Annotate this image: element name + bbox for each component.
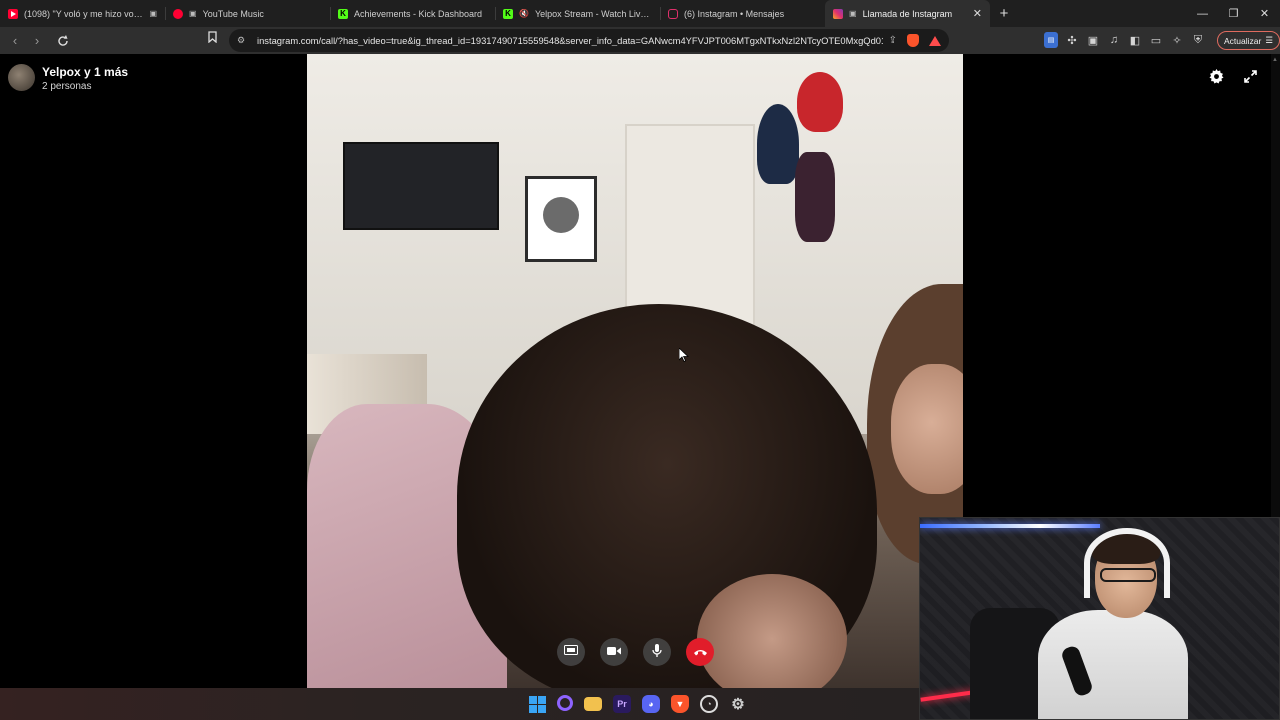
kick-icon: K [503,8,513,19]
sidebar-icon[interactable]: ◧ [1128,32,1142,48]
tab-title: Yelpox Stream - Watch Live on Ki [534,8,652,19]
call-title: Yelpox y 1 más [42,65,129,79]
video-picture-frame [525,176,597,262]
puzzle-icon[interactable]: ✣ [1065,32,1079,48]
obs-icon[interactable]: ◔ [700,695,718,713]
tab-title: YouTube Music [202,8,264,19]
video-camera-icon [607,645,621,659]
file-explorer-icon[interactable] [584,697,602,711]
reload-icon[interactable] [52,31,74,51]
settings-gear-icon[interactable]: ⚙ [729,695,747,713]
end-call-button[interactable] [686,638,714,666]
share-screen-button[interactable] [557,638,585,666]
browser-toolbar: ‹ › ⚙ instagram.com/call/?has_video=true… [0,27,1280,54]
music-note-icon[interactable]: ♫ [1107,32,1121,48]
premiere-pro-icon[interactable]: Pr [613,695,631,713]
close-tab-icon[interactable]: ✕ [973,7,982,20]
tab-instagram-messages[interactable]: (6) Instagram • Mensajes [660,0,825,27]
url-text[interactable]: instagram.com/call/?has_video=true&ig_th… [257,35,883,46]
media-icon: ▣ [849,9,857,18]
new-tab-button[interactable]: + [990,0,1018,27]
extensions-area: ▤ ✣ ▣ ♫ ◧ ▭ ✧ ⛨ [1044,32,1205,48]
hang-up-icon [693,645,708,659]
windows-taskbar: Pr ◕ ▼ ◔ ⚙ [0,688,919,720]
led-lights [920,524,1100,528]
tab-title: (1098) "Y voló y me hizo volar": El Bo [24,8,144,19]
instagram-icon [833,8,843,19]
audio-icon: ▣ [149,9,157,18]
brave-shields-icon[interactable] [907,34,919,47]
tab-youtube-music[interactable]: ▣ YouTube Music [165,0,330,27]
muted-icon: 🔇 [519,9,529,18]
cortana-icon[interactable] [557,695,573,711]
streamer-webcam-overlay [919,517,1280,720]
video-person-right-face [891,364,963,494]
call-top-actions [1208,68,1258,84]
remote-video-feed [307,54,963,688]
extension-icon[interactable]: ▤ [1044,32,1058,48]
windows-start-icon[interactable] [528,695,546,713]
tab-title: (6) Instagram • Mensajes [684,8,785,19]
participant-count: 2 personas [42,81,92,92]
video-tv [343,142,499,230]
screenshot-icon[interactable]: ▣ [1086,32,1100,48]
youtube-icon [8,8,18,19]
camera-toggle-button[interactable] [600,638,628,666]
minimize-button[interactable]: — [1187,0,1218,27]
tab-title: Llamada de Instagram [862,8,953,19]
microphone-toggle-button[interactable] [643,638,671,666]
taskbar-icons: Pr ◕ ▼ ◔ ⚙ [528,695,747,713]
update-button[interactable]: Actualizar ☰ [1217,31,1280,50]
youtube-music-icon [173,8,183,19]
discord-icon[interactable]: ◕ [642,695,660,713]
instagram-icon [668,8,678,19]
brave-browser-icon[interactable]: ▼ [671,695,689,713]
address-bar[interactable]: ⚙ instagram.com/call/?has_video=true&ig_… [229,29,949,52]
bookmark-icon[interactable] [208,31,217,46]
gear-icon[interactable] [1208,68,1224,84]
share-icon[interactable]: ⇪ [889,35,897,46]
avatar [8,64,35,91]
video-hats [757,72,857,272]
tab-kick-dashboard[interactable]: K Achievements - Kick Dashboard [330,0,495,27]
window-controls: — ❐ ✕ [1187,0,1280,27]
wallet-icon[interactable]: ▭ [1149,32,1163,48]
brave-rewards-icon[interactable] [929,35,941,46]
headset [1084,528,1170,598]
vpn-icon[interactable]: ⛨ [1191,32,1205,48]
tab-kick-stream[interactable]: K 🔇 Yelpox Stream - Watch Live on Ki [495,0,660,27]
forward-icon[interactable]: › [26,31,48,51]
tab-title: Achievements - Kick Dashboard [354,8,483,19]
site-settings-icon[interactable]: ⚙ [237,35,257,46]
kick-icon: K [338,8,348,19]
maximize-button[interactable]: ❐ [1218,0,1249,27]
update-label: Actualizar [1224,35,1262,46]
streamer-body [1038,610,1188,719]
microphone-icon [652,643,662,661]
screen-share-icon [564,644,578,660]
tab-youtube-video[interactable]: (1098) "Y voló y me hizo volar": El Bo ▣ [0,0,165,27]
tab-strip: (1098) "Y voló y me hizo volar": El Bo ▣… [0,0,1280,27]
menu-icon: ☰ [1265,35,1273,45]
call-header: Yelpox y 1 más 2 personas [8,64,128,93]
leo-ai-icon[interactable]: ✧ [1170,32,1184,48]
media-icon: ▣ [189,9,197,18]
close-window-button[interactable]: ✕ [1249,0,1280,27]
call-controls [557,638,714,666]
back-icon[interactable]: ‹ [4,31,26,51]
expand-icon[interactable] [1242,68,1258,84]
tab-instagram-call[interactable]: ▣ Llamada de Instagram ✕ [825,0,990,27]
